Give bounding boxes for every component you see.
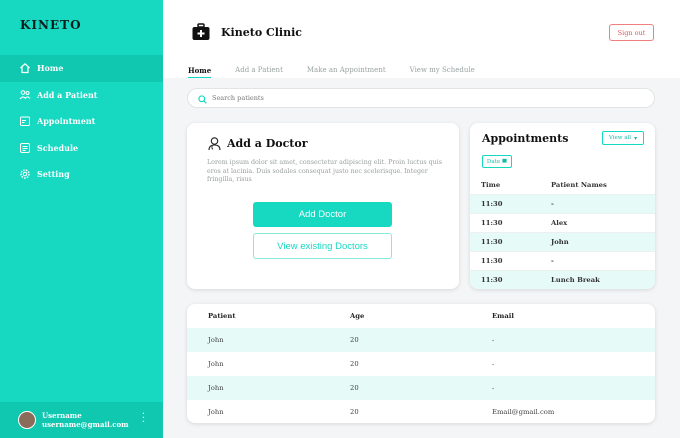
table-row[interactable]: John 20 Email@gmail.com [187,400,655,423]
patients-table: Patient Age Email John 20 - John 20 - Jo… [187,304,655,423]
table-row[interactable]: 11:30 Lunch Break [470,270,655,289]
patient-name-cell: John [208,336,224,344]
add-doctor-button[interactable]: Add Doctor [253,202,392,227]
patient-cell: John [551,238,569,246]
time-cell: 11:30 [481,276,503,284]
gear-icon [19,168,31,180]
sidebar-item-label: Schedule [37,142,79,153]
table-header: Time Patient Names [470,175,655,194]
email-cell: - [492,360,495,368]
sidebar: KINETO Home Add a Patient Appointment Sc… [0,0,163,438]
time-cell: 11:30 [481,200,503,208]
top-bar: Kineto Clinic Sign out Home Add a Patien… [163,0,680,78]
email-cell: - [492,384,495,392]
sidebar-item-schedule[interactable]: Schedule [0,135,163,162]
view-all-label: View all [608,135,632,141]
time-cell: 11:30 [481,257,503,265]
column-header: Email [492,312,514,320]
home-icon [19,62,31,74]
column-header: Time [481,180,501,189]
sidebar-item-add-patient[interactable]: Add a Patient [0,82,163,109]
sidebar-item-label: Appointment [37,116,96,127]
column-header: Patient Names [551,180,607,189]
time-cell: 11:30 [481,219,503,227]
table-header: Patient Age Email [187,304,655,328]
table-row[interactable]: 11:30 - [470,251,655,270]
time-cell: 11:30 [481,238,503,246]
schedule-icon [19,142,31,154]
user-email: username@gmail.com [42,420,129,429]
sidebar-nav: Home Add a Patient Appointment Schedule … [0,55,163,188]
age-cell: 20 [350,408,359,416]
appointments-card: Appointments View all ▾ Date Time Patien… [470,123,655,289]
patient-cell: - [551,257,554,265]
card-description: Lorem ipsum dolor sit amet, consectetur … [207,159,442,184]
tab-add-patient[interactable]: Add a Patient [235,66,283,78]
users-icon [19,89,31,101]
patient-cell: Lunch Break [551,276,600,284]
avatar [18,411,36,429]
search-icon [198,89,207,108]
table-row[interactable]: 11:30 John [470,232,655,251]
sidebar-item-appointment[interactable]: Appointment [0,108,163,135]
sign-out-button[interactable]: Sign out [609,24,654,41]
age-cell: 20 [350,384,359,392]
appointment-icon [19,115,31,127]
sidebar-item-setting[interactable]: Setting [0,161,163,188]
add-doctor-card: Add a Doctor Lorem ipsum dolor sit amet,… [187,123,459,289]
patient-cell: Alex [551,219,568,227]
top-tabs: Home Add a Patient Make an Appointment V… [188,66,499,78]
page-title: Kineto Clinic [221,26,302,39]
search-bar[interactable] [187,88,655,108]
table-row[interactable]: 11:30 Alex [470,213,655,232]
tab-view-schedule[interactable]: View my Schedule [410,66,475,78]
card-title: Add a Doctor [227,137,308,150]
patient-cell: - [551,200,554,208]
age-cell: 20 [350,336,359,344]
view-doctors-button[interactable]: View existing Doctors [253,233,392,259]
table-row[interactable]: John 20 - [187,352,655,376]
sidebar-item-home[interactable]: Home [0,55,163,82]
patient-name-cell: John [208,408,224,416]
tab-make-appointment[interactable]: Make an Appointment [307,66,386,78]
card-title: Appointments [482,132,569,145]
email-cell: - [492,336,495,344]
column-header: Patient [208,312,236,320]
appointments-table: Time Patient Names 11:30 - 11:30 Alex 11… [470,175,655,289]
email-cell: Email@gmail.com [492,408,555,416]
user-info: Username username@gmail.com [42,411,129,429]
medical-bag-icon [191,22,211,42]
chevron-down-icon: ▾ [634,134,638,142]
age-cell: 20 [350,360,359,368]
table-row[interactable]: John 20 - [187,328,655,352]
table-row[interactable]: John 20 - [187,376,655,400]
brand-logo: KINETO [20,18,82,32]
view-all-select[interactable]: View all ▾ [602,131,644,145]
tab-home[interactable]: Home [188,66,212,78]
user-panel[interactable]: Username username@gmail.com · · · [0,402,163,438]
sidebar-item-label: Setting [37,169,70,180]
more-vertical-icon[interactable]: · · · [142,410,145,428]
date-filter-button[interactable]: Date [482,155,512,168]
patient-name-cell: John [208,384,224,392]
column-header: Age [350,312,365,320]
calendar-icon [502,158,507,165]
search-input[interactable] [212,94,612,102]
sidebar-item-label: Add a Patient [37,89,98,100]
user-name: Username [42,411,82,420]
sidebar-item-label: Home [37,63,64,74]
table-row[interactable]: 11:30 - [470,194,655,213]
patient-name-cell: John [208,360,224,368]
doctor-icon [207,136,222,151]
date-label: Date [486,158,501,165]
